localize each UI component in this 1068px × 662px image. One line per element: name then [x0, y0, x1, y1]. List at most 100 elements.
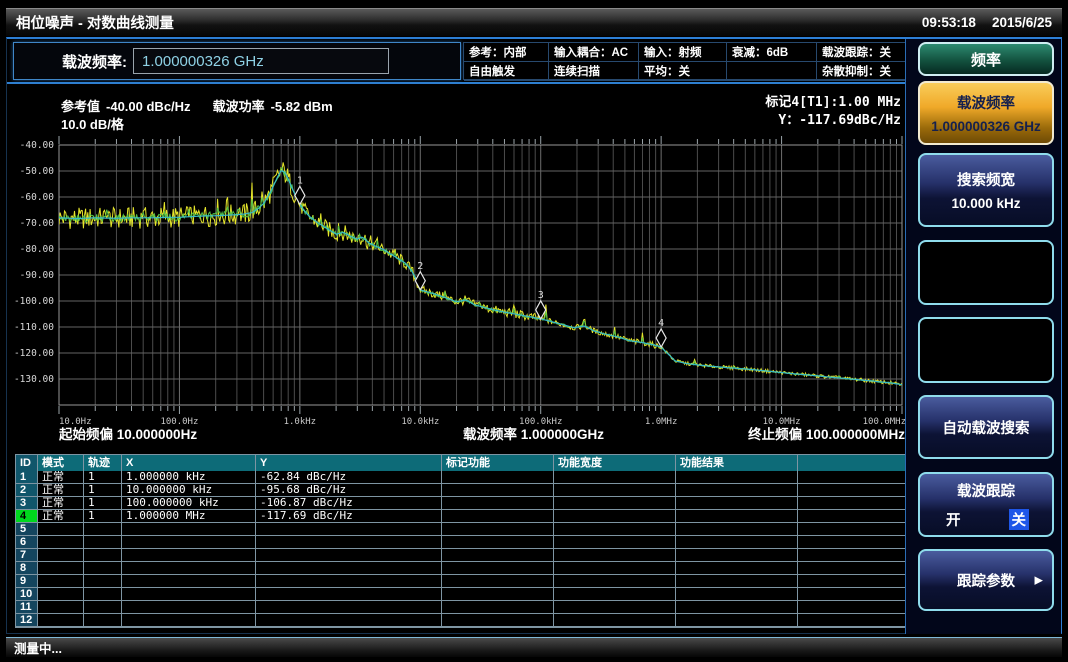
marker-table-row[interactable]: 5 [16, 523, 910, 536]
setting-cell-r1-c5: 载波跟踪：关 [817, 43, 910, 62]
marker-cell [84, 614, 122, 627]
setting-cell-r2-c3: 平均：关 [639, 62, 727, 81]
marker-cell [442, 523, 554, 536]
marker-cell: -117.69 dBc/Hz [256, 510, 442, 523]
sidebar-button-tracking-params[interactable]: 跟踪参数▶ [918, 549, 1054, 611]
toggle-off-option[interactable]: 关 [1009, 509, 1030, 530]
svg-text:4: 4 [658, 318, 664, 329]
svg-text:-60.00: -60.00 [20, 192, 55, 203]
softkey-label: 载波跟踪 [957, 480, 1015, 501]
marker-id-cell: 7 [16, 549, 38, 562]
sidebar-button-carrier-tracking[interactable]: 载波跟踪开关 [918, 472, 1054, 537]
marker-cell: 正常 [38, 471, 84, 484]
marker-cell [442, 484, 554, 497]
marker-cell [676, 614, 798, 627]
marker-cell [554, 601, 676, 614]
marker-cell [798, 588, 910, 601]
sidebar-button-search-bandwidth[interactable]: 搜索频宽 10.000 kHz [918, 153, 1054, 227]
sidebar-header-frequency: 频率 [918, 42, 1054, 76]
marker-table-row[interactable]: 9 [16, 575, 910, 588]
marker-cell [442, 562, 554, 575]
marker-cell: 功能宽度 [554, 455, 676, 471]
sidebar-button-blank-2[interactable] [918, 317, 1054, 383]
svg-text:-70.00: -70.00 [20, 218, 55, 229]
marker-cell [256, 549, 442, 562]
header-separator [7, 82, 909, 84]
marker-cell [122, 588, 256, 601]
marker-cell: -62.84 dBc/Hz [256, 471, 442, 484]
softkey-label: 搜索频宽 [957, 169, 1015, 190]
marker-cell [122, 523, 256, 536]
setting-cell-r1-c3: 输入：射频 [639, 43, 727, 62]
marker-cell: 1.000000 kHz [122, 471, 256, 484]
marker-cell [256, 614, 442, 627]
marker-cell [676, 484, 798, 497]
marker-cell [554, 484, 676, 497]
marker-cell [554, 471, 676, 484]
submenu-arrow-icon: ▶ [1035, 574, 1043, 587]
sidebar-button-auto-carrier-search[interactable]: 自动载波搜索 [918, 395, 1054, 459]
trace-marker-1[interactable] [295, 186, 305, 204]
svg-text:1.0kHz: 1.0kHz [284, 417, 317, 427]
marker-cell [798, 562, 910, 575]
sidebar-button-carrier-frequency[interactable]: 载波频率1.000000326 GHz [918, 81, 1054, 145]
marker-cell: 轨迹 [84, 455, 122, 471]
marker-id-cell: 5 [16, 523, 38, 536]
marker-table-row[interactable]: 8 [16, 562, 910, 575]
svg-text:-110.00: -110.00 [14, 322, 54, 333]
marker-cell [798, 601, 910, 614]
marker-cell [554, 549, 676, 562]
measurement-settings-table: 参考：内部输入耦合：AC输入：射频衰减：6dB载波跟踪：关自由触发连续扫描平均：… [463, 42, 909, 80]
marker-cell [798, 536, 910, 549]
marker-table-row[interactable]: 7 [16, 549, 910, 562]
marker-table-row[interactable]: 10 [16, 588, 910, 601]
carrier-frequency-value-field[interactable]: 1.000000326 GHz [133, 48, 389, 74]
marker-cell [122, 575, 256, 588]
softkey-value: 10.000 kHz [951, 196, 1020, 211]
softkey-label: 载波频率 [957, 92, 1015, 113]
marker-cell [84, 601, 122, 614]
svg-text:-90.00: -90.00 [20, 270, 55, 281]
marker-cell [554, 523, 676, 536]
marker-table-row[interactable]: 6 [16, 536, 910, 549]
status-bar: 测量中... [6, 637, 1062, 657]
marker-cell [256, 575, 442, 588]
marker-table-row[interactable]: 12 [16, 614, 910, 627]
marker-id-cell: ID [16, 455, 38, 471]
carrier-frequency-input-bar[interactable]: 载波频率: 1.000000326 GHz [13, 42, 461, 80]
marker-cell: 10.000000 kHz [122, 484, 256, 497]
setting-cell-r2-c4 [727, 62, 817, 81]
marker-cell: 模式 [38, 455, 84, 471]
marker-table-row[interactable]: 2正常110.000000 kHz-95.68 dBc/Hz [16, 484, 910, 497]
carrier-tracking-toggle[interactable]: 开关 [943, 509, 1029, 530]
sidebar-button-blank-1[interactable] [918, 240, 1054, 305]
carrier-frequency-label: 载波频率: [62, 51, 127, 72]
marker-cell: 1 [84, 471, 122, 484]
marker-cell: 1 [84, 497, 122, 510]
marker-cell [676, 523, 798, 536]
marker-cell [84, 523, 122, 536]
marker-cell [554, 588, 676, 601]
marker-cell [442, 497, 554, 510]
marker-cell [676, 575, 798, 588]
marker-table-row[interactable]: 11 [16, 601, 910, 614]
marker-cell: X [122, 455, 256, 471]
marker-readout-x: 标记4[T1]:1.00 MHz [765, 94, 901, 112]
phase-noise-chart: -40.00-50.00-60.00-70.00-80.00-90.00-100… [13, 85, 909, 451]
marker-cell [38, 549, 84, 562]
marker-cell [798, 575, 910, 588]
marker-cell [38, 562, 84, 575]
marker-cell [676, 588, 798, 601]
svg-text:2: 2 [417, 261, 423, 272]
marker-id-cell: 8 [16, 562, 38, 575]
marker-table-row[interactable]: 3正常1100.000000 kHz-106.87 dBc/Hz [16, 497, 910, 510]
plot-canvas: -40.00-50.00-60.00-70.00-80.00-90.00-100… [13, 85, 909, 451]
marker-table-row[interactable]: 1正常11.000000 kHz-62.84 dBc/Hz [16, 471, 910, 484]
marker-table-row[interactable]: 4正常11.000000 MHz-117.69 dBc/Hz [16, 510, 910, 523]
softkey-label: 自动载波搜索 [943, 417, 1030, 438]
svg-text:-100.00: -100.00 [14, 296, 54, 307]
setting-cell-r2-c5: 杂散抑制：关 [817, 62, 910, 81]
marker-cell: -95.68 dBc/Hz [256, 484, 442, 497]
toggle-on-option[interactable]: 开 [943, 509, 964, 530]
marker-cell: 功能结果 [676, 455, 798, 471]
